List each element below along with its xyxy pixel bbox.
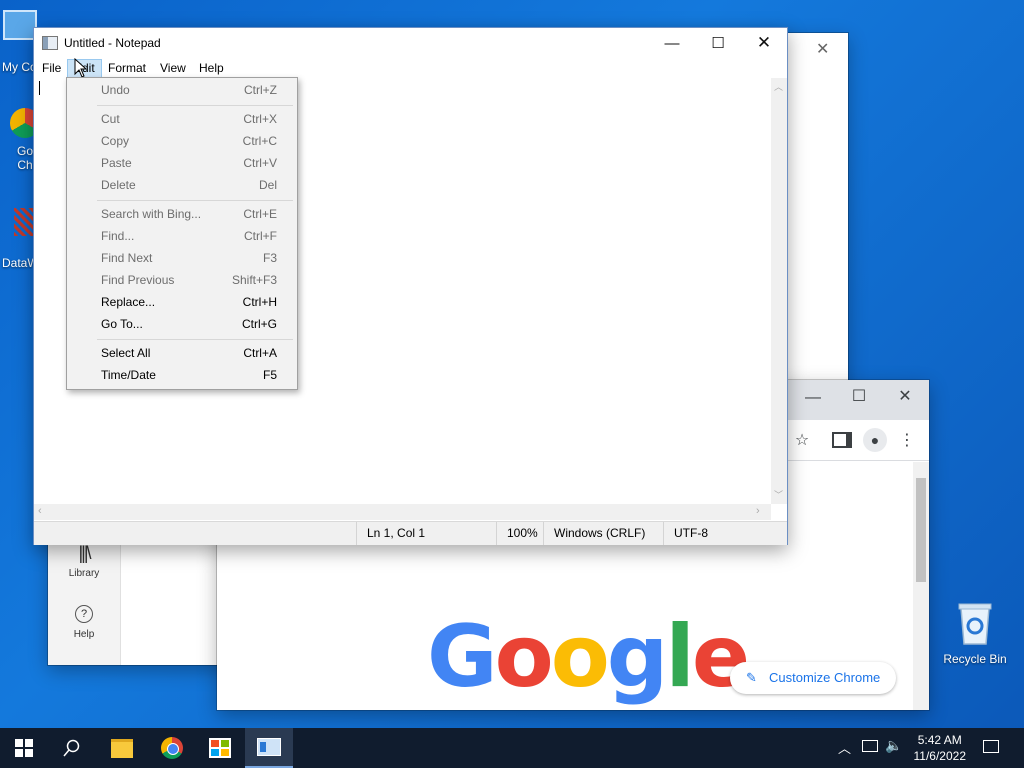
chrome-taskbar-button[interactable] [148, 728, 196, 768]
menu-item-find-next[interactable]: Find Next F3 [67, 247, 297, 269]
menu-view[interactable]: View [154, 60, 192, 77]
google-logo: Google [427, 607, 750, 707]
edit-dropdown-menu: Undo Ctrl+Z Cut Ctrl+X Copy Ctrl+C Paste Ctr… [66, 77, 298, 390]
sidebar-item-help[interactable]: ? Help [48, 605, 120, 640]
horizontal-scrollbar[interactable]: ‹ › [34, 504, 771, 520]
side-panel-icon[interactable] [832, 430, 852, 450]
notepad-taskbar-button[interactable] [245, 728, 293, 768]
windows-logo-icon [15, 739, 33, 757]
menu-item-find[interactable]: Find... Ctrl+F [67, 225, 297, 247]
desktop-icon-label: Recycle Bin [943, 652, 1007, 666]
search-icon [63, 739, 80, 757]
recycle-bin-icon [958, 603, 992, 645]
text-caret [39, 81, 40, 95]
menu-item-replace[interactable]: Replace... Ctrl+H [67, 291, 297, 313]
chrome-minimize-button[interactable]: — [803, 388, 823, 408]
chrome-close-button[interactable]: ✕ [895, 386, 915, 406]
sidebar-item-label: Help [73, 629, 95, 640]
pencil-icon: ✎ [746, 670, 757, 685]
status-position: Ln 1, Col 1 [356, 522, 495, 545]
desktop-icon-recycle-bin[interactable]: Recycle Bin [940, 600, 1010, 666]
library-icon: |||\ [78, 543, 91, 563]
menu-item-delete[interactable]: Delete Del [67, 174, 297, 196]
menu-file[interactable]: File [36, 60, 67, 77]
status-encoding: UTF-8 [663, 522, 774, 545]
file-explorer-button[interactable] [98, 728, 146, 768]
notifications-icon[interactable] [983, 740, 999, 753]
chrome-icon [161, 737, 183, 759]
help-icon: ? [75, 605, 93, 623]
vertical-scrollbar[interactable]: ︿ ﹀ [771, 78, 787, 504]
profile-avatar-icon[interactable]: ● [863, 428, 887, 452]
menu-separator [97, 200, 293, 201]
menu-separator [97, 105, 293, 106]
maximize-button[interactable]: ☐ [695, 28, 741, 58]
minimize-button[interactable]: — [649, 28, 695, 58]
close-button[interactable]: ✕ [741, 28, 787, 58]
menu-separator [97, 339, 293, 340]
chrome-scrollbar[interactable] [913, 462, 929, 710]
menu-item-find-previous[interactable]: Find Previous Shift+F3 [67, 269, 297, 291]
customize-chrome-button[interactable]: ✎ Customize Chrome [730, 662, 896, 694]
chrome-maximize-button[interactable]: ☐ [849, 386, 869, 406]
customize-chrome-label: Customize Chrome [769, 670, 881, 685]
menu-bar: File Edit Format View Help [34, 58, 787, 78]
search-button[interactable] [48, 728, 96, 768]
menu-item-go-to[interactable]: Go To... Ctrl+G [67, 313, 297, 335]
window-title: Untitled - Notepad [64, 36, 161, 50]
notepad-icon [257, 738, 281, 756]
status-line-ending: Windows (CRLF) [543, 522, 664, 545]
menu-item-select-all[interactable]: Select All Ctrl+A [67, 342, 297, 364]
scroll-up-arrow-icon[interactable]: ︿ [774, 80, 783, 93]
show-hidden-icons-chevron-icon[interactable]: ︿ [838, 738, 851, 757]
taskbar: ︿ 🔈 5:42 AM 11/6/2022 [0, 728, 1024, 768]
menu-item-search-with-bing[interactable]: Search with Bing... Ctrl+E [67, 203, 297, 225]
chrome-menu-icon[interactable]: ⋮ [897, 430, 917, 450]
menu-item-paste[interactable]: Paste Ctrl+V [67, 152, 297, 174]
menu-help[interactable]: Help [193, 60, 230, 77]
scroll-down-arrow-icon[interactable]: ﹀ [774, 488, 783, 501]
store-button[interactable] [196, 728, 244, 768]
background-window-close-button[interactable]: ✕ [816, 39, 829, 59]
chrome-scrollbar-thumb[interactable] [916, 478, 926, 582]
start-button[interactable] [0, 728, 48, 768]
clock-time: 5:42 AM [917, 733, 962, 747]
folder-icon [111, 738, 133, 758]
status-bar: Ln 1, Col 1 100% Windows (CRLF) UTF-8 [34, 521, 787, 545]
notepad-titlebar[interactable]: Untitled - Notepad — ☐ ✕ [34, 28, 787, 58]
system-clock[interactable]: 5:42 AM 11/6/2022 [914, 732, 967, 764]
status-zoom: 100% [496, 522, 547, 545]
bookmark-star-icon[interactable]: ☆ [792, 430, 812, 450]
notepad-app-icon [42, 36, 58, 50]
scroll-left-arrow-icon[interactable]: ‹ [38, 505, 42, 517]
sidebar-item-label: Library [68, 568, 100, 579]
volume-icon[interactable]: 🔈 [885, 737, 902, 754]
scroll-right-arrow-icon[interactable]: › [756, 505, 760, 517]
computer-icon [3, 10, 37, 40]
clock-date: 11/6/2022 [913, 749, 967, 763]
menu-item-time-date[interactable]: Time/Date F5 [67, 364, 297, 386]
menu-item-copy[interactable]: Copy Ctrl+C [67, 130, 297, 152]
menu-item-undo[interactable]: Undo Ctrl+Z [67, 79, 297, 101]
menu-format[interactable]: Format [102, 60, 152, 77]
sidebar-item-library[interactable]: |||\ Library [48, 543, 120, 579]
network-icon[interactable] [862, 740, 878, 752]
menu-item-cut[interactable]: Cut Ctrl+X [67, 108, 297, 130]
store-icon [209, 738, 231, 758]
